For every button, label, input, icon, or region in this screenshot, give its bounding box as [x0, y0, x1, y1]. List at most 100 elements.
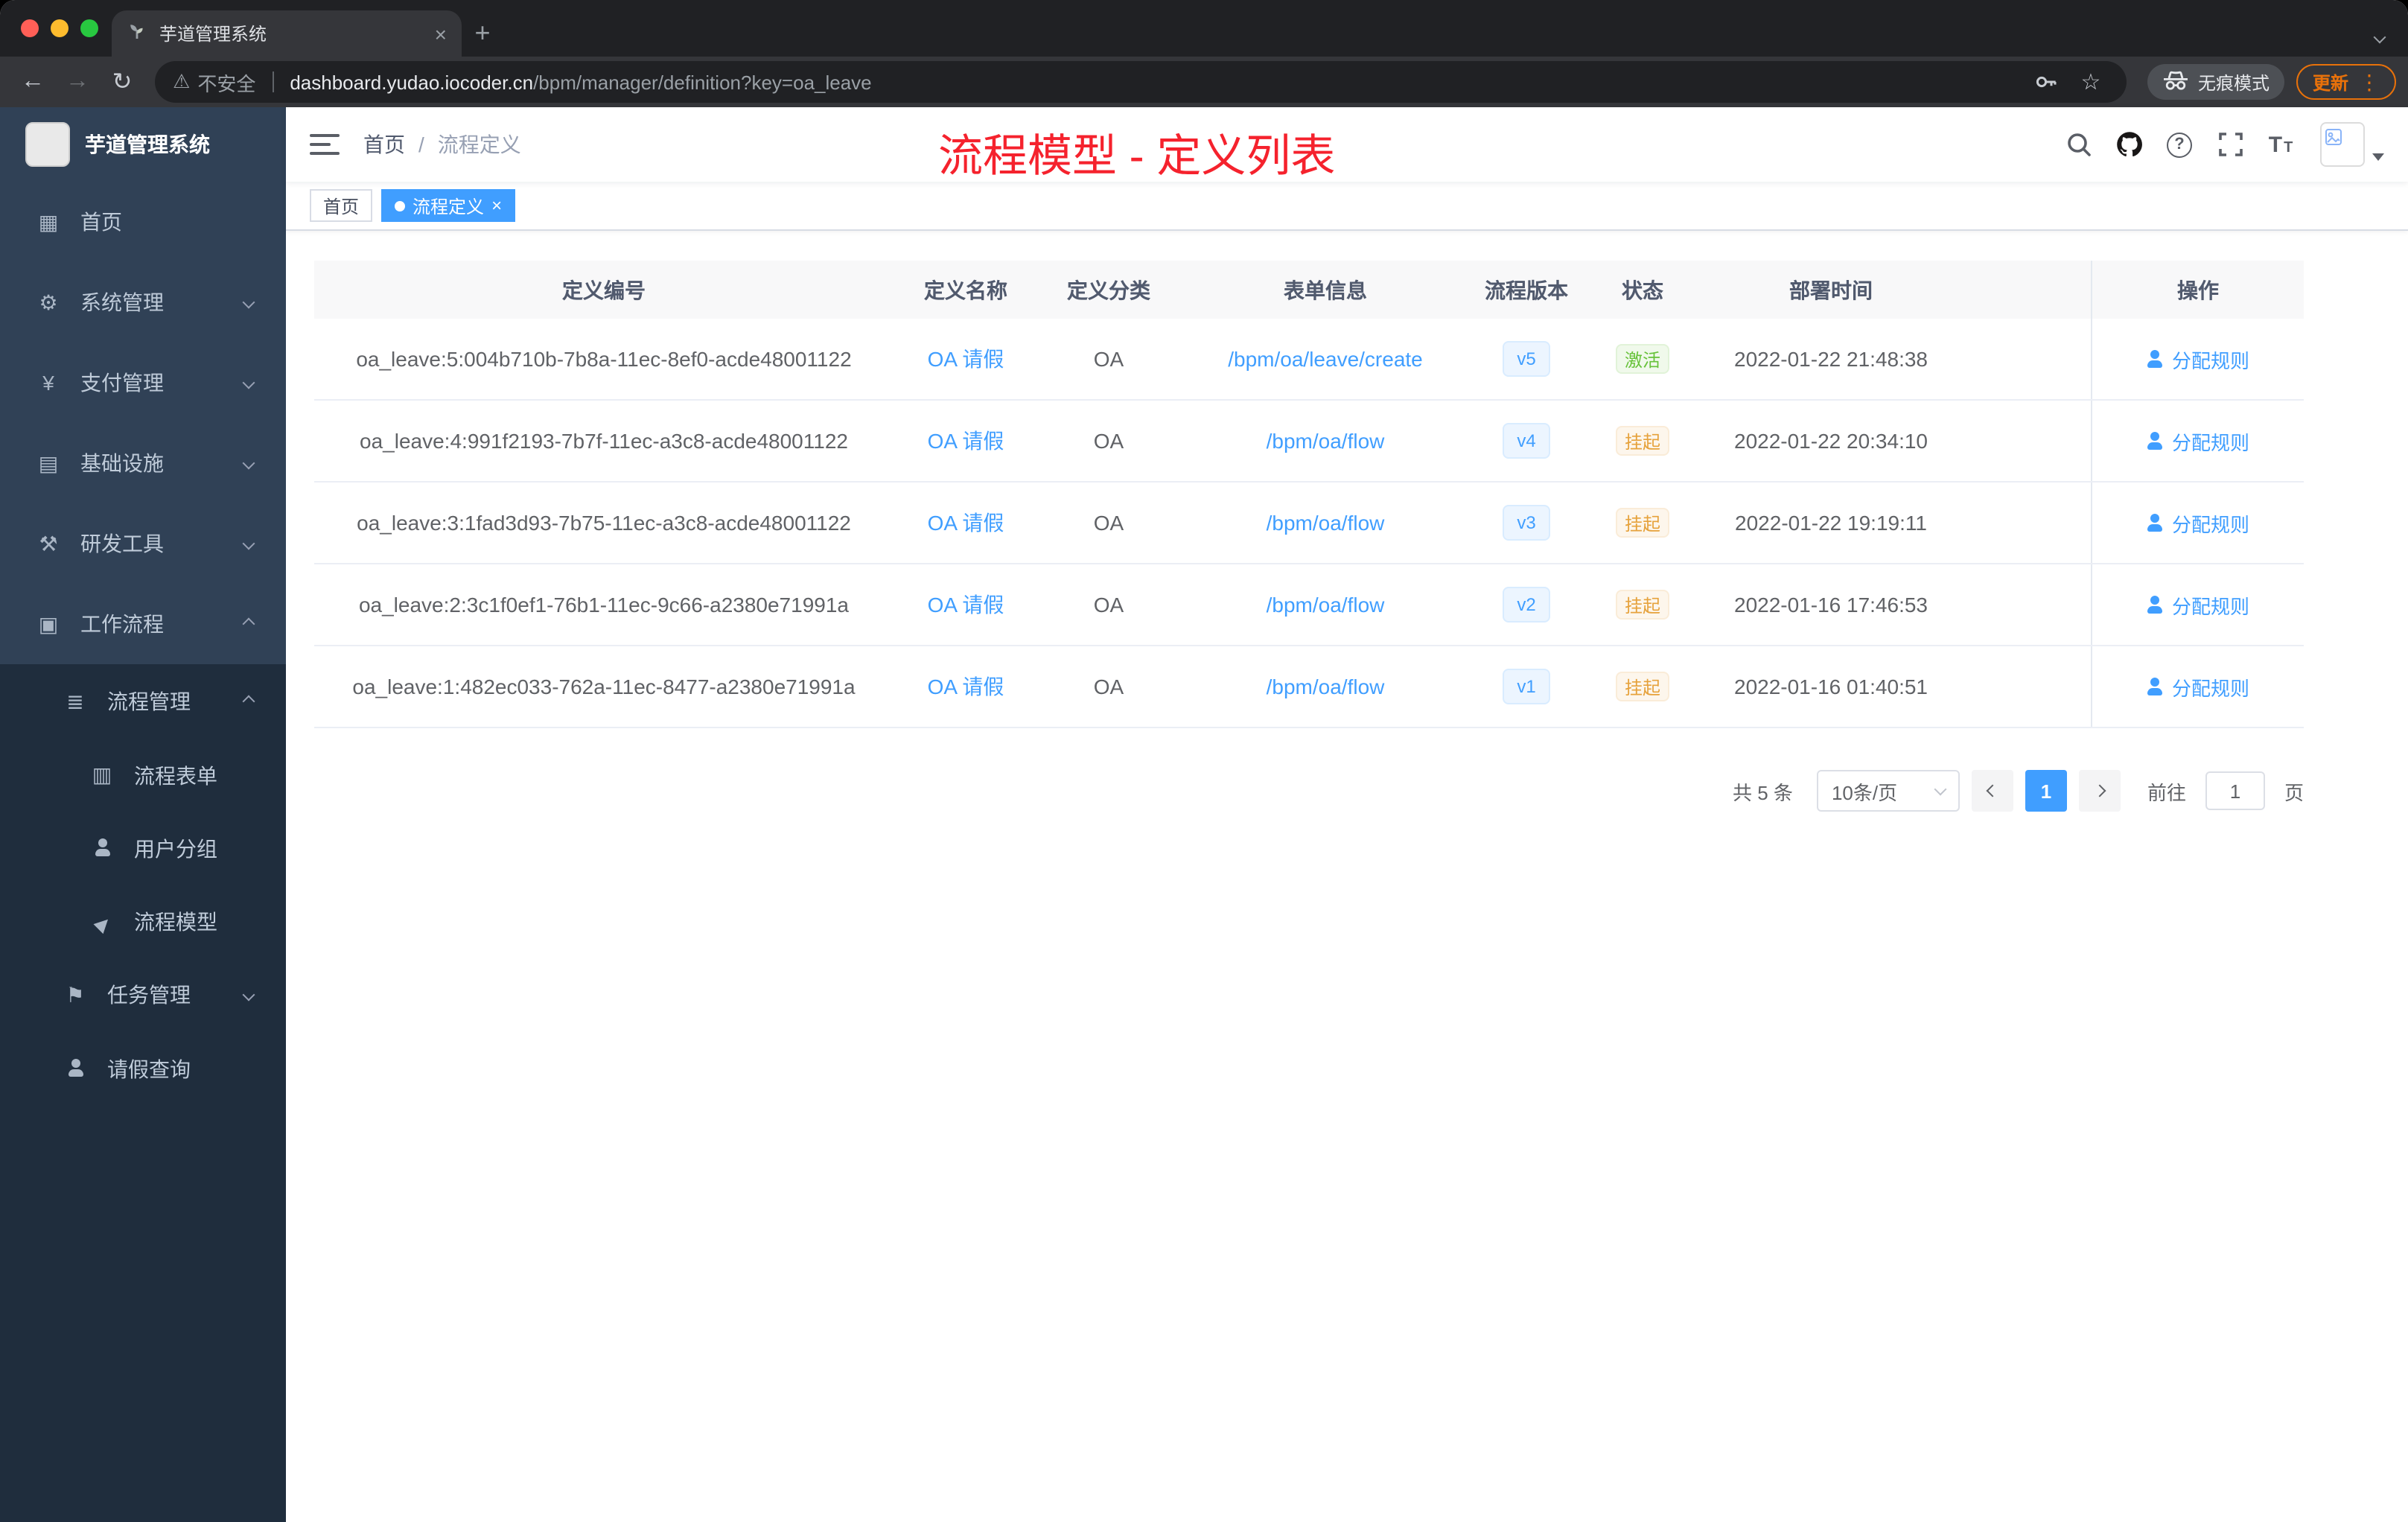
next-page-button[interactable]	[2078, 770, 2121, 812]
breadcrumb-separator: /	[418, 133, 424, 156]
workflow-icon: ▣	[38, 611, 59, 635]
prev-page-button[interactable]	[1971, 770, 2013, 812]
font-size-icon[interactable]: TT	[2258, 121, 2304, 168]
window-close-button[interactable]	[21, 19, 39, 37]
warning-icon: ⚠	[173, 70, 191, 92]
search-icon[interactable]	[2055, 121, 2101, 168]
forward-button[interactable]: →	[57, 61, 98, 103]
security-chip[interactable]: ⚠ 不安全	[173, 68, 255, 96]
sidebar-item-home[interactable]: ▦ 首页	[0, 182, 286, 262]
leave-query-user-icon	[63, 1057, 88, 1081]
tab-title: 芋道管理系统	[159, 24, 267, 45]
form-info-link[interactable]: /bpm/oa/flow	[1267, 675, 1385, 698]
task-manage-icon: ⚑	[66, 982, 85, 1006]
tag-home[interactable]: 首页	[310, 189, 373, 222]
active-tag-dot	[395, 200, 406, 211]
help-icon[interactable]: ?	[2156, 121, 2202, 168]
col-header-action: 操作	[2091, 261, 2304, 319]
sidebar-item-process-model[interactable]: ▶ 流程模型	[0, 885, 286, 958]
assign-rule-link[interactable]: 分配规则	[2147, 590, 2249, 619]
back-button[interactable]: ←	[12, 61, 54, 103]
table-header-row: 定义编号 定义名称 定义分类 表单信息 流程版本 状态 部署时间 操作	[314, 261, 2304, 319]
fullscreen-icon[interactable]	[2207, 121, 2253, 168]
dev-tools-icon: ⚒	[39, 531, 58, 555]
workflow-submenu: ≣ 流程管理 ▥ 流程表单 用户分组 ▶ 流程模型 ⚑ 任务管理 请假查询	[0, 664, 286, 1107]
page-unit-label: 页	[2284, 781, 2304, 803]
new-tab-button[interactable]: +	[462, 12, 503, 54]
form-info-link[interactable]: /bpm/oa/flow	[1267, 511, 1385, 535]
definition-name-link[interactable]: OA 请假	[928, 426, 1004, 456]
tag-close-icon[interactable]: ×	[491, 197, 502, 214]
password-key-icon[interactable]	[2028, 69, 2064, 95]
browser-tab[interactable]: 芋道管理系统 ×	[112, 10, 462, 57]
definition-name-link[interactable]: OA 请假	[928, 672, 1004, 701]
window-minimize-button[interactable]	[51, 19, 69, 37]
page-content: 定义编号 定义名称 定义分类 表单信息 流程版本 状态 部署时间 操作 oa_l…	[286, 231, 2408, 1522]
sidebar: 芋道管理系统 ▦ 首页 ⚙ 系统管理 ¥ 支付管理 ▤ 基础设施 ⚒ 研发工具 …	[0, 107, 286, 1522]
table-row: oa_leave:1:482ec033-762a-11ec-8477-a2380…	[314, 646, 2304, 728]
tab-favicon-icon	[127, 21, 147, 46]
goto-page-input[interactable]	[2205, 771, 2265, 810]
col-header-status: 状态	[1622, 278, 1663, 302]
tag-process-definition[interactable]: 流程定义 ×	[381, 189, 516, 222]
url-text: dashboard.yudao.iocoder.cn/bpm/manager/d…	[290, 71, 871, 93]
github-icon[interactable]	[2106, 121, 2152, 168]
sidebar-item-process-manage[interactable]: ≣ 流程管理	[0, 664, 286, 739]
window-maximize-button[interactable]	[80, 19, 98, 37]
sidebar-item-task-manage[interactable]: ⚑ 任务管理	[0, 958, 286, 1032]
user-group-icon	[89, 836, 115, 860]
definition-id: oa_leave:3:1fad3d93-7b75-11ec-a3c8-acde4…	[357, 511, 851, 535]
dashboard-icon: ▦	[38, 209, 59, 233]
assign-rule-link[interactable]: 分配规则	[2147, 672, 2249, 701]
page-size-select[interactable]: 10条/页	[1816, 770, 1960, 812]
yen-icon: ¥	[42, 371, 54, 395]
tab-close-icon[interactable]: ×	[435, 23, 447, 44]
bookmark-star-icon[interactable]: ☆	[2073, 69, 2109, 95]
user-avatar-menu[interactable]	[2320, 122, 2384, 167]
status-badge: 挂起	[1615, 590, 1669, 620]
sidebar-item-process-form[interactable]: ▥ 流程表单	[0, 739, 286, 812]
sidebar-item-user-group[interactable]: 用户分组	[0, 812, 286, 885]
form-info-link[interactable]: /bpm/oa/flow	[1267, 593, 1385, 617]
user-icon	[2147, 514, 2165, 532]
tab-search-chevron-icon[interactable]	[2373, 22, 2386, 49]
incognito-label: 无痕模式	[2197, 72, 2270, 93]
address-bar[interactable]: ⚠ 不安全 dashboard.yudao.iocoder.cn/bpm/man…	[155, 61, 2127, 103]
form-info-link[interactable]: /bpm/oa/leave/create	[1228, 347, 1423, 371]
definition-name-link[interactable]: OA 请假	[928, 344, 1004, 374]
sidebar-item-workflow[interactable]: ▣ 工作流程	[0, 584, 286, 664]
sidebar-item-system-manage[interactable]: ⚙ 系统管理	[0, 262, 286, 343]
deploy-time: 2022-01-22 20:34:10	[1734, 429, 1928, 453]
reload-button[interactable]: ↻	[101, 61, 143, 103]
status-badge: 挂起	[1615, 672, 1669, 701]
update-chrome-button[interactable]: 更新 ⋮	[2296, 64, 2396, 100]
page-number-1[interactable]: 1	[2025, 770, 2067, 812]
col-header-category: 定义分类	[1067, 278, 1150, 302]
table-row: oa_leave:4:991f2193-7b7f-11ec-a3c8-acde4…	[314, 401, 2304, 483]
definition-name-link[interactable]: OA 请假	[928, 590, 1004, 620]
definition-name-link[interactable]: OA 请假	[928, 508, 1004, 538]
breadcrumb-home[interactable]: 首页	[363, 130, 405, 159]
table-row: oa_leave:3:1fad3d93-7b75-11ec-a3c8-acde4…	[314, 483, 2304, 564]
sidebar-item-leave-query[interactable]: 请假查询	[0, 1032, 286, 1107]
assign-rule-link[interactable]: 分配规则	[2147, 345, 2249, 373]
assign-rule-link[interactable]: 分配规则	[2147, 427, 2249, 455]
assign-rule-link[interactable]: 分配规则	[2147, 509, 2249, 537]
goto-label: 前往	[2147, 781, 2186, 803]
brand-title: 芋道管理系统	[85, 133, 210, 156]
form-info-link[interactable]: /bpm/oa/flow	[1267, 429, 1385, 453]
sidebar-brand[interactable]: 芋道管理系统	[0, 107, 286, 182]
logo-avatar	[25, 122, 70, 167]
browser-menu-kebab-icon[interactable]: ⋮	[2359, 69, 2380, 95]
window-controls	[21, 19, 98, 37]
status-badge: 激活	[1615, 344, 1669, 374]
hamburger-icon[interactable]	[310, 133, 340, 156]
definition-category: OA	[1093, 511, 1124, 535]
sidebar-item-infrastructure[interactable]: ▤ 基础设施	[0, 423, 286, 503]
update-label: 更新	[2312, 72, 2348, 93]
sidebar-item-payment-manage[interactable]: ¥ 支付管理	[0, 343, 286, 423]
user-icon	[2147, 350, 2165, 368]
process-model-icon: ▶	[89, 910, 115, 935]
deploy-time: 2022-01-22 19:19:11	[1735, 511, 1927, 535]
sidebar-item-dev-tools[interactable]: ⚒ 研发工具	[0, 503, 286, 584]
